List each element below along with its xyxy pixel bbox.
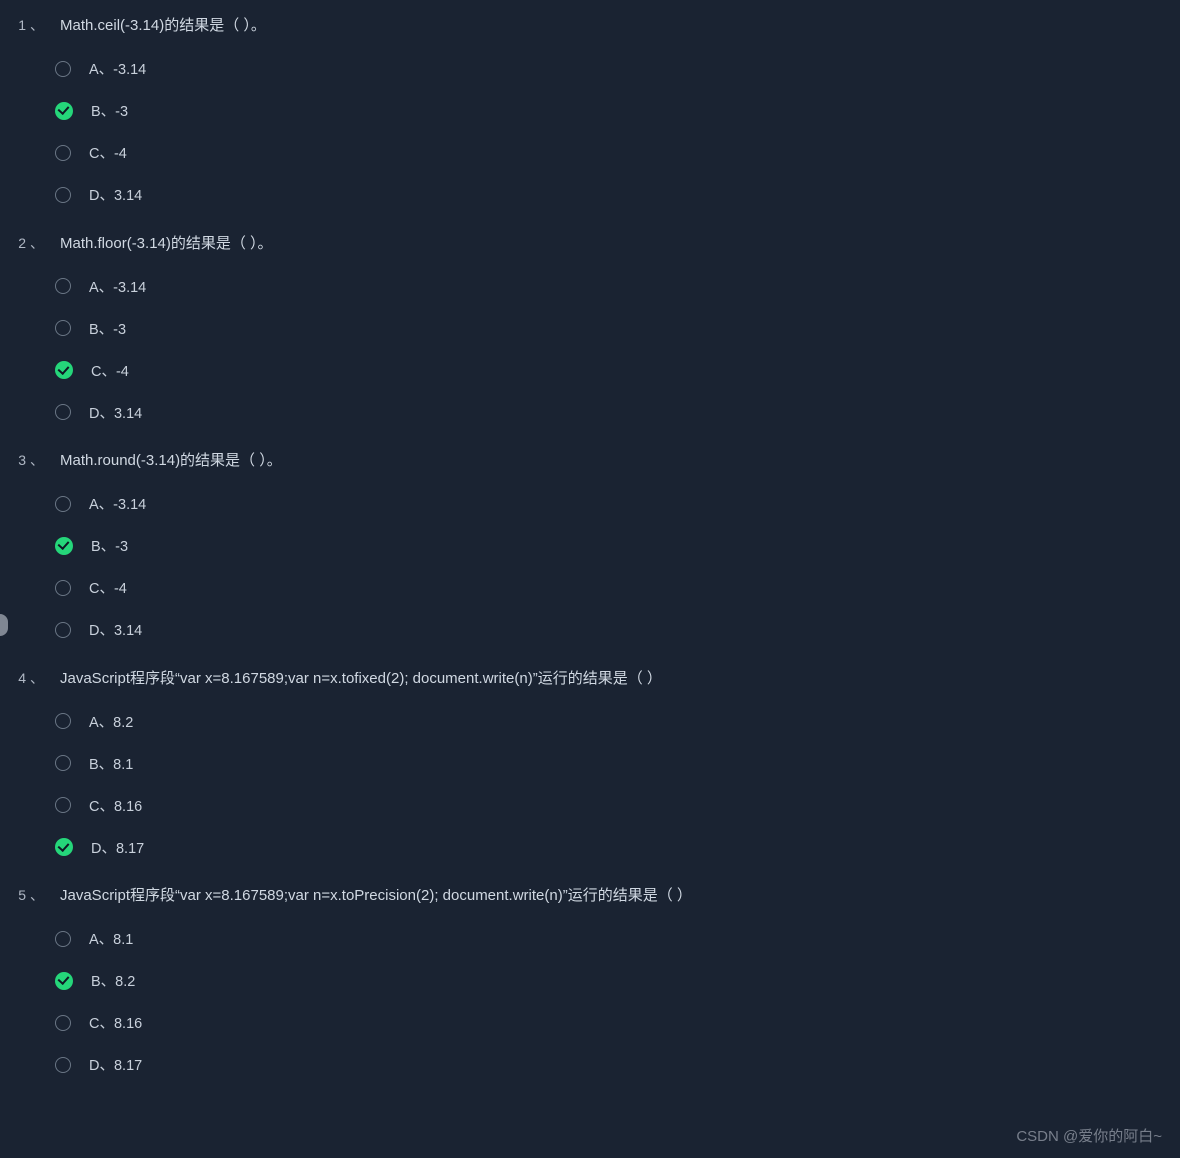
radio-empty-icon[interactable] — [55, 320, 71, 336]
option-row[interactable]: A、-3.14 — [55, 265, 1180, 307]
question-block: 1、Math.ceil(-3.14)的结果是（ ）。 A、-3.14 B、-3 C、-… — [0, 12, 1180, 216]
check-circle-icon[interactable] — [55, 102, 73, 120]
watermark-text: CSDN @爱你的阿白~ — [1016, 1125, 1162, 1146]
question-row: 1、Math.ceil(-3.14)的结果是（ ）。 — [0, 12, 1180, 48]
radio-empty-icon[interactable] — [55, 713, 71, 729]
option-label: C、8.16 — [89, 1012, 142, 1033]
question-separator: 、 — [30, 233, 60, 253]
question-block: 5、JavaScript程序段“var x=8.167589;var n=x.t… — [0, 882, 1180, 1086]
option-row[interactable]: A、-3.14 — [55, 48, 1180, 90]
option-label: A、-3.14 — [89, 493, 146, 514]
radio-empty-icon[interactable] — [55, 404, 71, 420]
radio-empty-icon[interactable] — [55, 61, 71, 77]
question-number: 1 — [0, 17, 30, 33]
option-row[interactable]: B、-3 — [55, 90, 1180, 132]
option-row[interactable]: C、-4 — [55, 349, 1180, 391]
option-label: B、-3 — [89, 318, 126, 339]
option-row[interactable]: A、8.2 — [55, 700, 1180, 742]
option-label: D、8.17 — [89, 1054, 142, 1075]
question-text: JavaScript程序段“var x=8.167589;var n=x.toP… — [60, 885, 692, 908]
check-circle-icon[interactable] — [55, 537, 73, 555]
option-label: D、8.17 — [91, 837, 144, 858]
question-block: 3、Math.round(-3.14)的结果是（ ）。 A、-3.14 B、-3 C、… — [0, 447, 1180, 651]
check-circle-icon[interactable] — [55, 361, 73, 379]
question-text: Math.ceil(-3.14)的结果是（ ）。 — [60, 15, 266, 38]
option-row[interactable]: D、3.14 — [55, 609, 1180, 651]
option-label: B、8.2 — [91, 970, 135, 991]
question-text: Math.floor(-3.14)的结果是（ ）。 — [60, 233, 273, 256]
radio-empty-icon[interactable] — [55, 797, 71, 813]
question-separator: 、 — [30, 885, 60, 905]
radio-empty-icon[interactable] — [55, 580, 71, 596]
radio-empty-icon[interactable] — [55, 1057, 71, 1073]
option-label: A、8.1 — [89, 928, 133, 949]
option-row[interactable]: B、-3 — [55, 307, 1180, 349]
option-row[interactable]: C、-4 — [55, 132, 1180, 174]
question-text: JavaScript程序段“var x=8.167589;var n=x.tof… — [60, 668, 662, 691]
option-label: C、8.16 — [89, 795, 142, 816]
option-row[interactable]: B、8.1 — [55, 742, 1180, 784]
option-row[interactable]: A、-3.14 — [55, 483, 1180, 525]
question-row: 2、Math.floor(-3.14)的结果是（ ）。 — [0, 230, 1180, 266]
question-row: 5、JavaScript程序段“var x=8.167589;var n=x.t… — [0, 882, 1180, 918]
option-row[interactable]: A、8.1 — [55, 918, 1180, 960]
question-separator: 、 — [30, 668, 60, 688]
option-label: A、8.2 — [89, 711, 133, 732]
question-row: 4、JavaScript程序段“var x=8.167589;var n=x.t… — [0, 665, 1180, 701]
question-block: 2、Math.floor(-3.14)的结果是（ ）。 A、-3.14 B、-3 C、… — [0, 230, 1180, 434]
question-row: 3、Math.round(-3.14)的结果是（ ）。 — [0, 447, 1180, 483]
option-row[interactable]: D、3.14 — [55, 391, 1180, 433]
option-label: D、3.14 — [89, 184, 142, 205]
option-label: B、8.1 — [89, 753, 133, 774]
option-label: D、3.14 — [89, 402, 142, 423]
radio-empty-icon[interactable] — [55, 187, 71, 203]
check-circle-icon[interactable] — [55, 972, 73, 990]
question-number: 5 — [0, 887, 30, 903]
option-label: B、-3 — [91, 535, 128, 556]
option-row[interactable]: C、8.16 — [55, 1002, 1180, 1044]
question-number: 4 — [0, 670, 30, 686]
option-label: C、-4 — [89, 577, 127, 598]
check-circle-icon[interactable] — [55, 838, 73, 856]
question-separator: 、 — [30, 15, 60, 35]
option-row[interactable]: B、8.2 — [55, 960, 1180, 1002]
option-row[interactable]: D、8.17 — [55, 826, 1180, 868]
option-row[interactable]: B、-3 — [55, 525, 1180, 567]
radio-empty-icon[interactable] — [55, 931, 71, 947]
question-block: 4、JavaScript程序段“var x=8.167589;var n=x.t… — [0, 665, 1180, 869]
option-row[interactable]: D、8.17 — [55, 1044, 1180, 1086]
question-separator: 、 — [30, 450, 60, 470]
option-label: A、-3.14 — [89, 276, 146, 297]
option-label: A、-3.14 — [89, 58, 146, 79]
radio-empty-icon[interactable] — [55, 278, 71, 294]
option-row[interactable]: C、8.16 — [55, 784, 1180, 826]
option-label: C、-4 — [91, 360, 129, 381]
option-label: D、3.14 — [89, 619, 142, 640]
question-number: 3 — [0, 452, 30, 468]
option-label: B、-3 — [91, 100, 128, 121]
radio-empty-icon[interactable] — [55, 1015, 71, 1031]
question-text: Math.round(-3.14)的结果是（ ）。 — [60, 450, 282, 473]
radio-empty-icon[interactable] — [55, 755, 71, 771]
radio-empty-icon[interactable] — [55, 496, 71, 512]
option-row[interactable]: C、-4 — [55, 567, 1180, 609]
question-number: 2 — [0, 235, 30, 251]
option-label: C、-4 — [89, 142, 127, 163]
radio-empty-icon[interactable] — [55, 145, 71, 161]
option-row[interactable]: D、3.14 — [55, 174, 1180, 216]
quiz-container: 1、Math.ceil(-3.14)的结果是（ ）。A、-3.14B、-3C、-… — [0, 12, 1180, 1086]
radio-empty-icon[interactable] — [55, 622, 71, 638]
